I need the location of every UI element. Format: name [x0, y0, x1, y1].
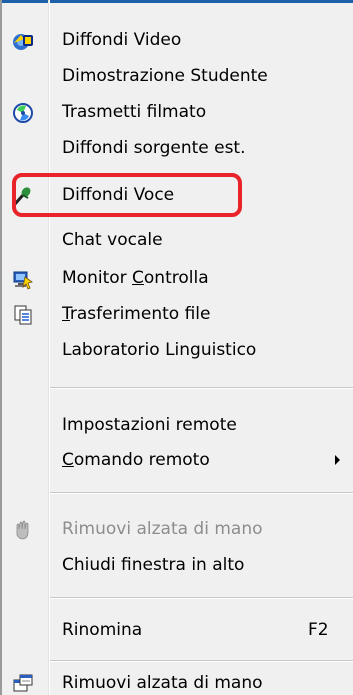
menu-item-label: Diffondi Video	[62, 30, 182, 50]
menu-item-comando-remoto[interactable]: Comando remoto	[0, 442, 353, 478]
access-key: T	[62, 304, 70, 324]
menu-item-rimuovi-alzata-di-mano-disabled: Rimuovi alzata di mano	[0, 511, 353, 547]
label-part: omando remoto	[73, 450, 210, 470]
label-part: Monitor	[62, 268, 133, 288]
menu-top-edge	[0, 0, 353, 3]
menu-separator	[50, 492, 353, 494]
menu-separator	[50, 387, 353, 389]
menu-item-label: Dimostrazione Studente	[62, 66, 268, 86]
menu-item-trasferimento-file[interactable]: Trasferimento file	[0, 296, 353, 332]
menu-item-label: Comando remoto	[62, 450, 210, 470]
menu-item-label: Laboratorio Linguistico	[62, 340, 257, 360]
menu-item-label: Trasmetti filmato	[62, 102, 207, 122]
menu-separator	[50, 597, 353, 599]
context-menu: Diffondi Video Dimostrazione Studente Tr…	[0, 0, 353, 695]
raised-hand-icon	[12, 519, 34, 541]
menu-item-label: Impostazioni remote	[62, 415, 237, 435]
access-key: C	[62, 450, 74, 470]
menu-item-chiudi-finestra-in-alto[interactable]: Chiudi finestra in alto	[0, 547, 353, 583]
shortcut-key: F2	[308, 620, 329, 640]
menu-item-chat-vocale[interactable]: Chat vocale	[0, 222, 353, 258]
menu-item-label: Rimuovi alzata di mano	[62, 519, 263, 539]
menu-item-label: Diffondi sorgente est.	[62, 138, 246, 158]
label-part: rasferimento file	[69, 304, 211, 324]
label-part: ontrolla	[143, 268, 209, 288]
properties-icon	[12, 673, 34, 695]
menu-item-monitor-controlla[interactable]: Monitor Controlla	[0, 260, 353, 296]
menu-item-impostazioni-remote[interactable]: Impostazioni remote	[0, 407, 353, 443]
annotation-highlight	[12, 173, 242, 217]
file-transfer-icon	[12, 304, 34, 326]
menu-item-label: Chiudi finestra in alto	[62, 555, 245, 575]
menu-item-diffondi-sorgente-est[interactable]: Diffondi sorgente est.	[0, 130, 353, 166]
submenu-arrow-icon	[335, 455, 340, 465]
menu-item-label: Trasferimento file	[62, 304, 210, 324]
menu-item-label: Rinomina	[62, 620, 143, 640]
menu-item-rinomina[interactable]: Rinomina F2	[0, 612, 353, 648]
menu-item-dimostrazione-studente[interactable]: Dimostrazione Studente	[0, 58, 353, 94]
menu-item-label: Chat vocale	[62, 230, 163, 250]
menu-item-label: Monitor Controlla	[62, 268, 209, 288]
menu-item-trasmetti-filmato[interactable]: Trasmetti filmato	[0, 94, 353, 130]
menu-item-laboratorio-linguistico[interactable]: Laboratorio Linguistico	[0, 332, 353, 368]
monitor-control-icon	[12, 268, 34, 290]
access-key: C	[132, 268, 144, 288]
menu-item-diffondi-video[interactable]: Diffondi Video	[0, 22, 353, 58]
broadcast-video-icon	[12, 30, 34, 52]
menu-separator	[50, 660, 353, 662]
disc-icon	[12, 102, 34, 124]
menu-item-rimuovi-alzata-di-mano[interactable]: Rimuovi alzata di mano	[0, 665, 353, 695]
menu-item-label: Rimuovi alzata di mano	[62, 673, 263, 693]
